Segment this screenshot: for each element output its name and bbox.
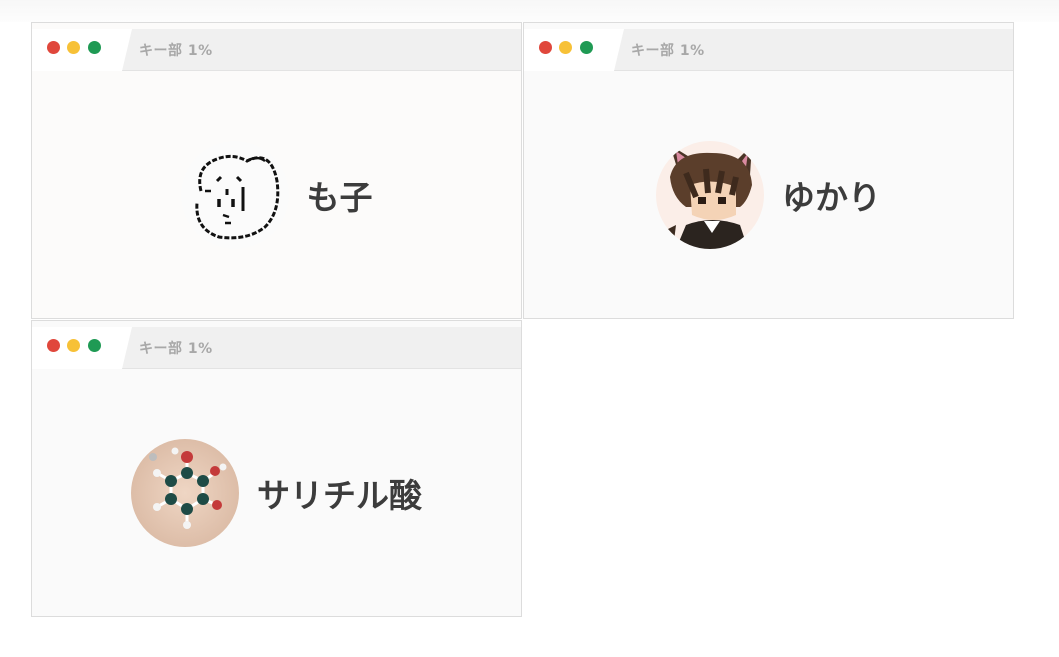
tab-label: キー部 1% xyxy=(139,43,213,59)
top-strip xyxy=(0,0,1059,22)
window-controls xyxy=(32,29,132,71)
user-card-yukari[interactable]: キー部 1% ゆかり xyxy=(523,22,1014,319)
close-dot-icon[interactable] xyxy=(47,41,60,54)
card-content: も子 xyxy=(32,71,521,318)
window-controls xyxy=(32,327,132,369)
user-name: ゆかり xyxy=(782,177,881,217)
window-titlebar: キー部 1% xyxy=(32,29,521,71)
tab-label: キー部 1% xyxy=(631,43,705,59)
user-card-salicylic-acid[interactable]: キー部 1% サリチル酸 xyxy=(31,320,522,617)
card-content: ゆかり xyxy=(524,71,1013,318)
close-dot-icon[interactable] xyxy=(47,339,60,352)
maximize-dot-icon[interactable] xyxy=(88,339,101,352)
doodle-face-avatar xyxy=(180,140,289,249)
minimize-dot-icon[interactable] xyxy=(67,41,80,54)
window-titlebar: キー部 1% xyxy=(32,327,521,369)
close-dot-icon[interactable] xyxy=(539,41,552,54)
minimize-dot-icon[interactable] xyxy=(559,41,572,54)
maximize-dot-icon[interactable] xyxy=(88,41,101,54)
user-name: サリチル酸 xyxy=(257,475,422,515)
user-card-moko[interactable]: キー部 1% も子 xyxy=(31,22,522,319)
window-titlebar: キー部 1% xyxy=(524,29,1013,71)
cat-ear-character-avatar xyxy=(656,140,764,249)
maximize-dot-icon[interactable] xyxy=(580,41,593,54)
user-name: も子 xyxy=(306,177,373,217)
molecule-model-avatar xyxy=(131,438,239,547)
minimize-dot-icon[interactable] xyxy=(67,339,80,352)
tab-label: キー部 1% xyxy=(139,341,213,357)
card-content: サリチル酸 xyxy=(32,369,521,616)
window-controls xyxy=(524,29,624,71)
